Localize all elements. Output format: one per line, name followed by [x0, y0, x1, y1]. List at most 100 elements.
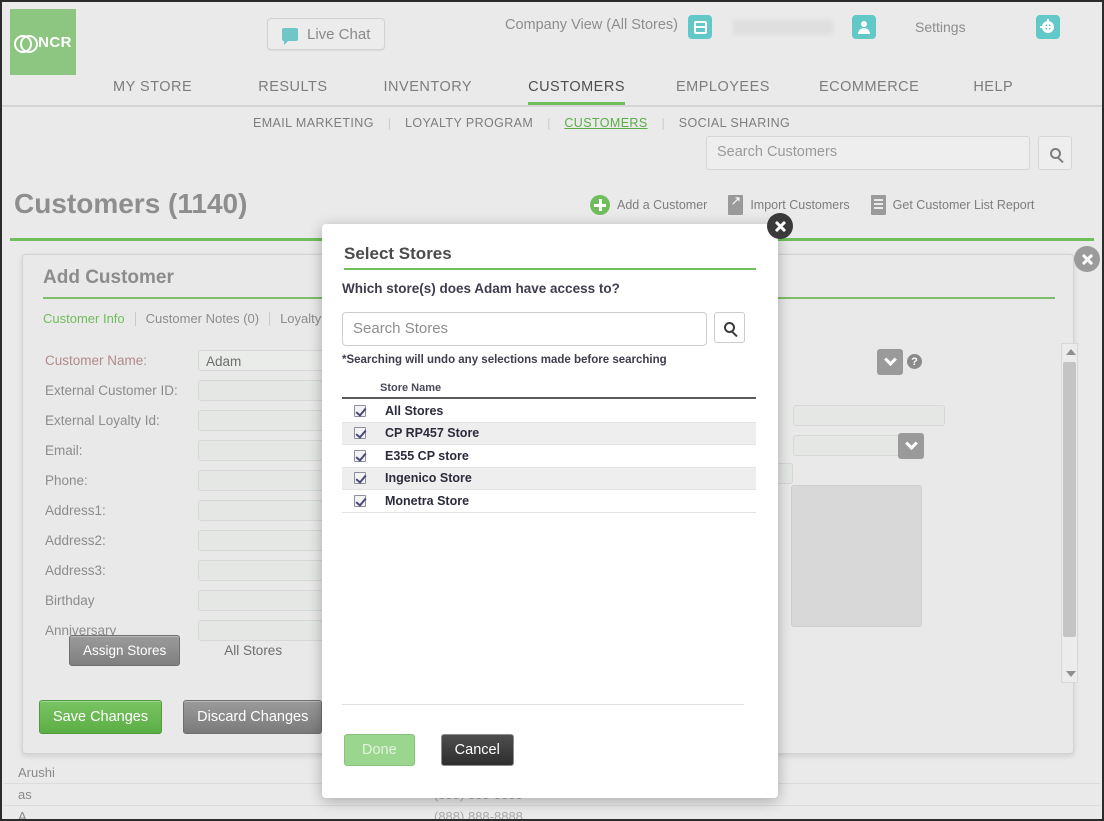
- ncr-logo[interactable]: NCR: [10, 9, 76, 75]
- store-name: All Stores: [385, 403, 444, 418]
- nav-help[interactable]: HELP: [973, 72, 1013, 103]
- live-chat-label: Live Chat: [307, 25, 371, 43]
- save-changes-button[interactable]: Save Changes: [39, 700, 163, 734]
- store-name: Ingenico Store: [385, 471, 472, 486]
- label-external-customer-id: External Customer ID:: [45, 382, 178, 398]
- tab-customer-info[interactable]: Customer Info: [43, 311, 135, 326]
- live-chat-button[interactable]: Live Chat: [267, 18, 386, 50]
- search-stores-input[interactable]: Search Stores: [342, 312, 707, 346]
- scroll-up-arrow-icon[interactable]: [1066, 349, 1076, 355]
- modal-close-button[interactable]: [767, 213, 793, 239]
- nav-employees[interactable]: EMPLOYEES: [676, 72, 770, 103]
- panel-scrollbar[interactable]: [1061, 343, 1078, 683]
- ncr-mark-icon: [14, 35, 39, 53]
- assign-stores-row: Assign Stores All Stores: [69, 635, 282, 666]
- nav-results[interactable]: RESULTS: [258, 72, 327, 103]
- tab-customer-notes[interactable]: Customer Notes (0): [136, 311, 269, 326]
- table-row[interactable]: Monetra Store: [342, 490, 756, 513]
- table-row[interactable]: Ingenico Store: [342, 467, 756, 490]
- panel-close-button[interactable]: [1074, 246, 1100, 272]
- list-item[interactable]: A (888) 888-8888: [4, 806, 1100, 821]
- cancel-button[interactable]: Cancel: [440, 734, 514, 766]
- modal-title: Select Stores: [344, 244, 452, 263]
- store-glyph-icon: [693, 20, 707, 34]
- close-icon: [774, 220, 786, 232]
- label-address3: Address3:: [45, 562, 106, 578]
- person-glyph-icon: [858, 20, 870, 34]
- subnav-email-marketing[interactable]: EMAIL MARKETING: [253, 116, 374, 130]
- scroll-down-arrow-icon[interactable]: [1066, 671, 1076, 677]
- label-email: Email:: [45, 442, 83, 458]
- store-name-column-header: Store Name: [380, 382, 442, 394]
- search-icon: [1049, 147, 1061, 159]
- store-table-divider: [342, 397, 756, 399]
- subnav-divider: |: [661, 116, 665, 130]
- nav-inventory[interactable]: INVENTORY: [384, 72, 473, 103]
- panel-tabs: Customer Info Customer Notes (0) Loyalty…: [43, 311, 348, 326]
- store-checkbox-e355-cp-store[interactable]: [354, 449, 366, 462]
- nav-my-store[interactable]: MY STORE: [113, 72, 192, 103]
- panel-title: Add Customer: [43, 267, 174, 288]
- store-checkbox-monetra-store[interactable]: [354, 494, 366, 507]
- label-external-loyalty-id: External Loyalty Id:: [45, 412, 160, 428]
- ncr-logo-text: NCR: [38, 33, 72, 51]
- store-switch-icon[interactable]: [688, 15, 712, 39]
- right-input-1[interactable]: [793, 405, 945, 426]
- store-checkbox-ingenico-store[interactable]: [354, 472, 366, 485]
- add-customer-action[interactable]: Add a Customer: [590, 195, 707, 215]
- search-stores-button[interactable]: [714, 312, 745, 343]
- store-name: CP RP457 Store: [385, 426, 480, 441]
- subnav-divider: |: [547, 116, 551, 130]
- table-row[interactable]: E355 CP store: [342, 445, 756, 468]
- customer-phone: (888) 888-8888: [434, 809, 523, 821]
- customer-list-report-label: Get Customer List Report: [892, 198, 1035, 212]
- scrollbar-thumb[interactable]: [1063, 362, 1076, 637]
- settings-label[interactable]: Settings: [915, 19, 966, 35]
- search-customers-input[interactable]: Search Customers: [706, 136, 1030, 170]
- import-customers-action[interactable]: Import Customers: [728, 193, 850, 215]
- select-stores-modal: Select Stores Which store(s) does Adam h…: [322, 224, 778, 798]
- table-row[interactable]: CP RP457 Store: [342, 422, 756, 445]
- done-button[interactable]: Done: [344, 734, 415, 766]
- subnav-loyalty-program[interactable]: LOYALTY PROGRAM: [405, 116, 533, 130]
- settings-gear-icon[interactable]: [1036, 15, 1060, 39]
- store-checkbox-all-stores[interactable]: [354, 404, 366, 417]
- help-icon[interactable]: ?: [907, 354, 922, 369]
- main-nav: MY STORE RESULTS INVENTORY CUSTOMERS EMP…: [2, 72, 1102, 106]
- nav-ecommerce[interactable]: ECOMMERCE: [819, 72, 919, 103]
- right-textarea[interactable]: [791, 485, 922, 627]
- modal-search-note: *Searching will undo any selections made…: [342, 354, 667, 366]
- modal-buttons: Done Cancel: [344, 734, 514, 766]
- gear-glyph-icon: [1040, 19, 1054, 33]
- close-icon: [1081, 253, 1093, 265]
- user-account-icon[interactable]: [852, 15, 876, 39]
- chat-bubble-icon: [282, 27, 298, 45]
- discard-changes-button[interactable]: Discard Changes: [183, 700, 323, 734]
- modal-question: Which store(s) does Adam have access to?: [342, 281, 620, 296]
- right-input-2[interactable]: [793, 435, 915, 456]
- company-view-label: Company View (All Stores): [505, 17, 678, 33]
- import-customers-label: Import Customers: [750, 198, 850, 212]
- nav-customers[interactable]: CUSTOMERS: [528, 72, 625, 105]
- table-row[interactable]: All Stores: [342, 400, 756, 423]
- subnav-customers[interactable]: CUSTOMERS: [564, 116, 647, 130]
- chevron-down-icon: [883, 352, 897, 366]
- add-customer-label: Add a Customer: [617, 198, 708, 212]
- store-checkbox-cp-rp457-store[interactable]: [354, 427, 366, 440]
- import-icon: [728, 193, 744, 215]
- search-icon: [724, 322, 735, 333]
- subnav-social-sharing[interactable]: SOCIAL SHARING: [679, 116, 790, 130]
- customer-list-report-action[interactable]: Get Customer List Report: [870, 195, 1035, 215]
- dropdown-button-bottom[interactable]: [898, 433, 924, 459]
- subnav-divider: |: [387, 116, 391, 130]
- label-address2: Address2:: [45, 532, 106, 548]
- modal-footer-divider: [342, 704, 744, 705]
- label-phone: Phone:: [45, 472, 88, 488]
- store-name: Monetra Store: [385, 493, 470, 508]
- assign-stores-value: All Stores: [224, 643, 283, 658]
- page-title: Customers (1140): [14, 188, 248, 219]
- plus-circle-icon: [590, 195, 610, 215]
- assign-stores-button[interactable]: Assign Stores: [69, 635, 181, 666]
- search-customers-button[interactable]: [1038, 136, 1072, 170]
- dropdown-button-top[interactable]: [877, 349, 903, 375]
